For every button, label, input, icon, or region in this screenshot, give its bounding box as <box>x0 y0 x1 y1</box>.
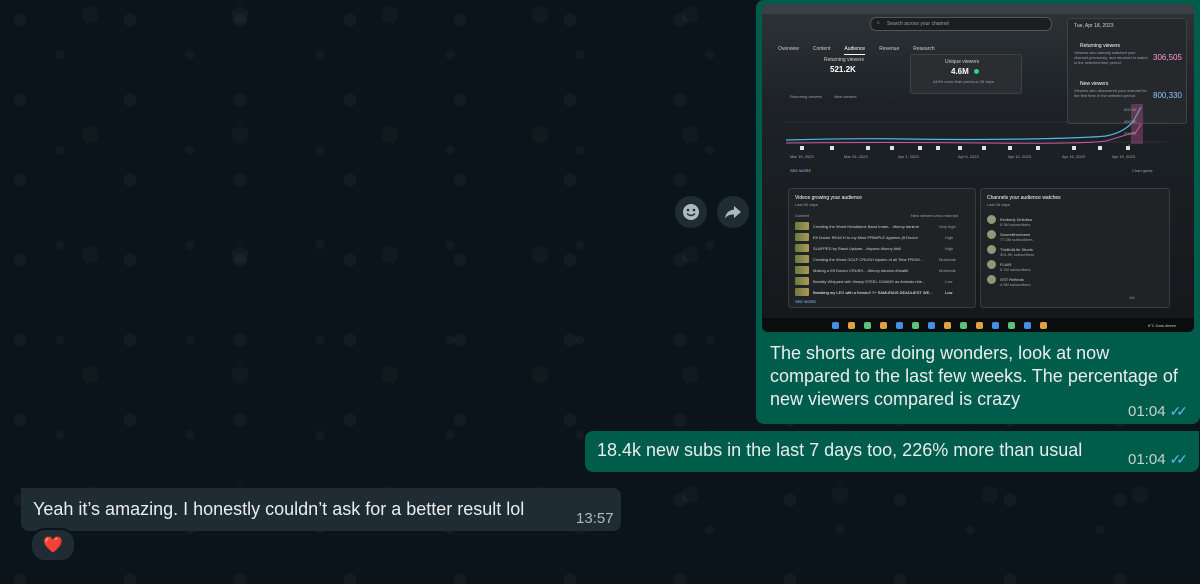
incoming-text-message[interactable]: Yeah it’s amazing. I honestly couldn’t a… <box>21 488 621 531</box>
message-time: 01:04 <box>1128 403 1166 420</box>
videos-growing-panel: Videos growing your audience Last 90 day… <box>788 188 976 308</box>
emoji-react-button[interactable] <box>675 196 707 228</box>
video-row: Elf Doctor REACH to my Mind PRIMPLE #gam… <box>795 233 918 241</box>
message-text: Yeah it’s amazing. I honestly couldn’t a… <box>33 499 525 519</box>
audience-line-chart <box>786 104 1166 150</box>
message-meta: 01:04 ✓✓ <box>1128 451 1189 468</box>
heart-icon: ❤️ <box>43 537 63 554</box>
browser-tab-bar <box>762 4 1194 14</box>
video-row: SLAPPED by Stack Update... #sports #funn… <box>795 244 901 252</box>
channels-panel: Channels your audience watches Last 28 d… <box>980 188 1170 308</box>
message-time: 01:04 <box>1128 451 1166 468</box>
video-row: Making a Elf Doctor CRUSH... #funny #doc… <box>795 266 908 274</box>
image-caption: The shorts are doing wonders, look at no… <box>770 343 1178 409</box>
screenshot-search-bar: ⌕ Search across your channel <box>870 17 1052 31</box>
search-icon: ⌕ <box>877 20 880 26</box>
message-meta: 01:04 ✓✓ <box>1128 403 1189 420</box>
forward-arrow-icon <box>725 206 741 219</box>
video-row: Breaking my LEG with a Kendo!! ?+ SAMURA… <box>795 288 933 296</box>
windows-taskbar: 6°C Kars sheen <box>762 318 1194 332</box>
read-receipt-icon: ✓✓ <box>1169 451 1189 467</box>
video-row: Creating the Worst GOLF CRUSH injuries o… <box>795 255 923 263</box>
message-meta: 13:57 <box>576 510 614 527</box>
outgoing-text-message[interactable]: 18.4k new subs in the last 7 days too, 2… <box>585 431 1199 472</box>
unique-viewers-card: Unique viewers 4.6M 444% more than previ… <box>910 54 1022 94</box>
read-receipt-icon: ✓✓ <box>1169 403 1189 419</box>
message-time: 13:57 <box>576 510 614 527</box>
video-row: Creating the Worst Headstone Band Imam..… <box>795 222 919 230</box>
increase-indicator-icon <box>974 69 979 74</box>
heart-reaction[interactable]: ❤️ <box>30 528 76 562</box>
forward-button[interactable] <box>717 196 749 228</box>
outgoing-image-message[interactable]: ⌕ Search across your channel Overview Co… <box>756 0 1200 424</box>
video-row: Brutally Whipped with Heavy STEEL CHAINS… <box>795 277 925 285</box>
smiley-icon <box>683 204 699 220</box>
message-text: 18.4k new subs in the last 7 days too, 2… <box>597 440 1083 460</box>
photo-attachment[interactable]: ⌕ Search across your channel Overview Co… <box>762 4 1194 332</box>
